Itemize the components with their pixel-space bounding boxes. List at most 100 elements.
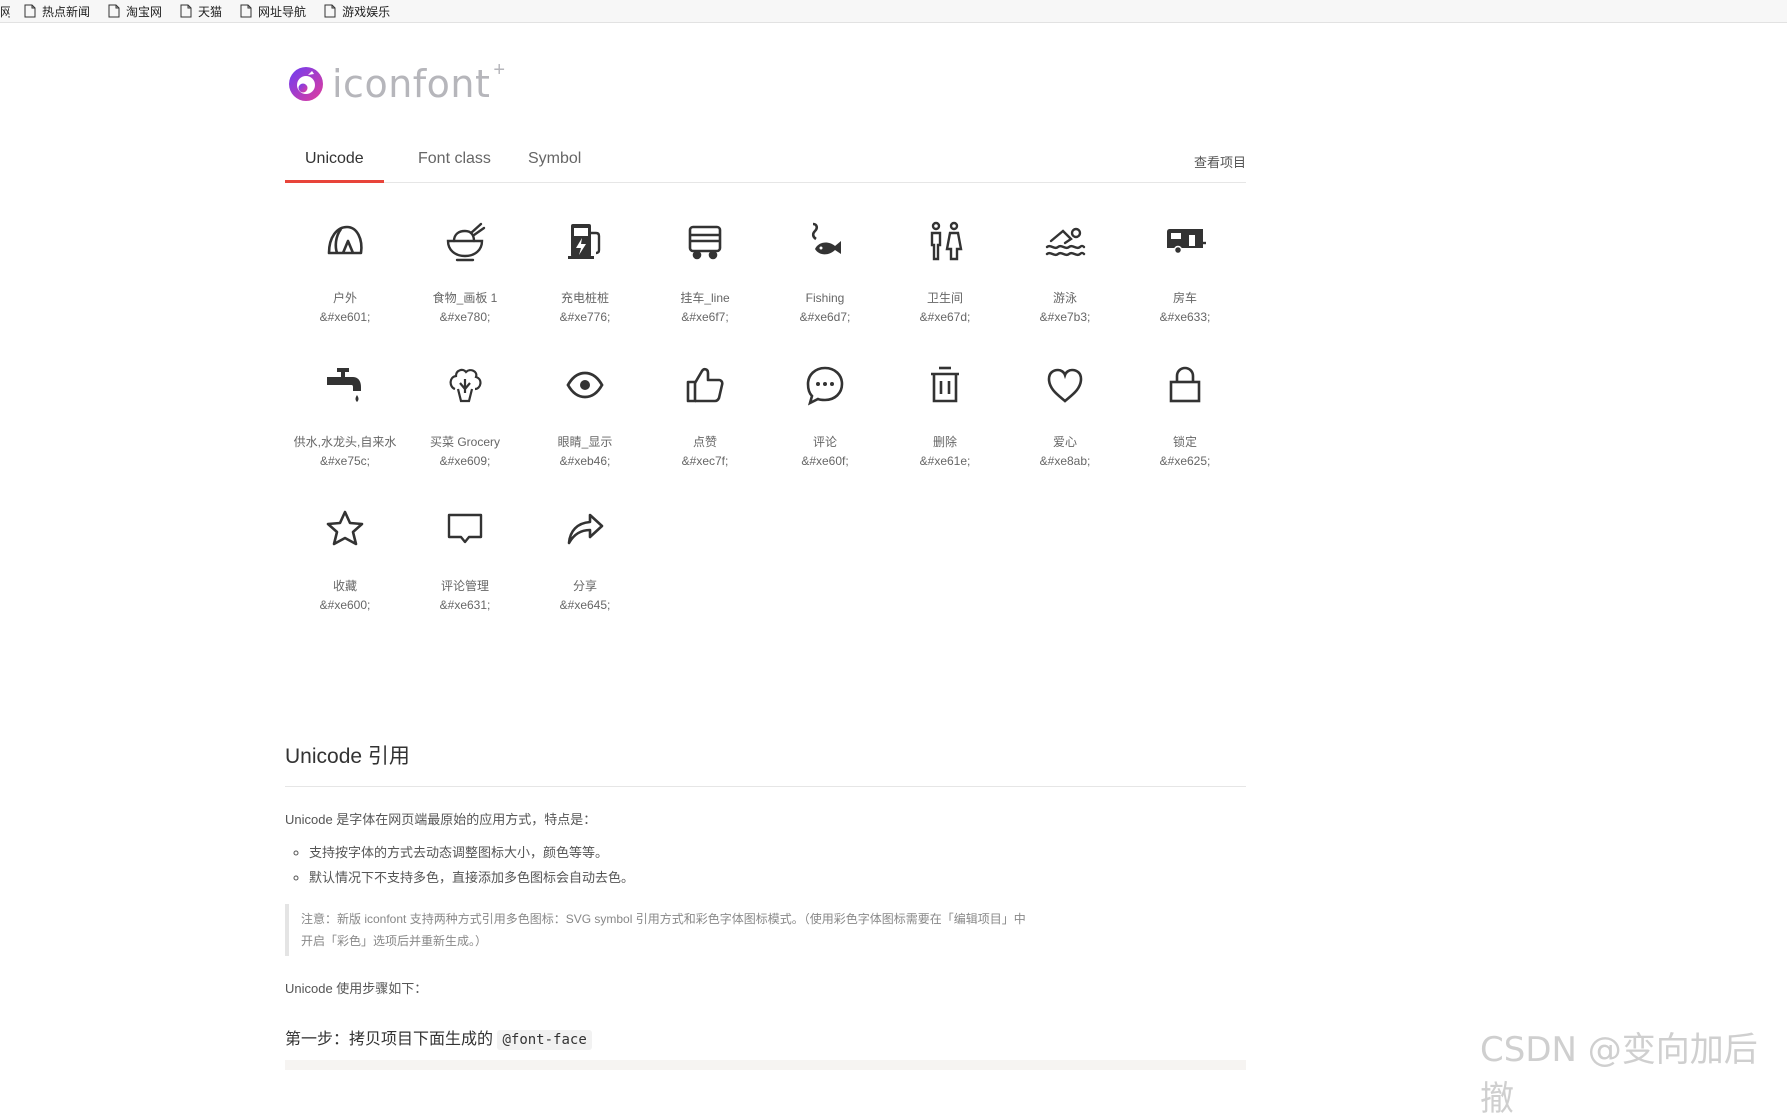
comment-icon bbox=[806, 366, 844, 406]
rv-icon bbox=[1167, 229, 1206, 255]
icon-name: 食物_画板 1 bbox=[432, 291, 498, 305]
icon-cell[interactable]: 爱心 &#xe8ab; bbox=[1005, 344, 1125, 470]
page-icon bbox=[240, 4, 252, 18]
icon-name: 收藏 bbox=[332, 579, 357, 593]
icon-name: 房车 bbox=[1172, 291, 1197, 305]
tab-unicode[interactable]: Unicode bbox=[285, 140, 384, 183]
bookmark-cut-off[interactable]: 网 bbox=[0, 3, 10, 20]
icon-cell[interactable]: 游泳 &#xe7b3; bbox=[1005, 200, 1125, 326]
charging-station-icon bbox=[568, 224, 601, 259]
icon-cell[interactable]: 食物_画板 1 &#xe780; bbox=[405, 200, 525, 326]
icon-name: 评论管理 bbox=[440, 579, 489, 593]
icon-code: &#xe75c; bbox=[319, 454, 371, 468]
page-icon bbox=[180, 4, 192, 18]
icon-code: &#xe633; bbox=[1159, 310, 1211, 324]
food-bowl-icon bbox=[446, 222, 486, 262]
iconfont-logo[interactable]: iconfont + bbox=[288, 58, 506, 106]
list-item: 支持按字体的方式去动态调整图标大小，颜色等等。 bbox=[309, 840, 1246, 865]
icon-cell[interactable]: 挂车_line &#xe6f7; bbox=[645, 200, 765, 326]
icon-cell[interactable]: 卫生间 &#xe67d; bbox=[885, 200, 1005, 326]
icon-cell[interactable]: 评论管理 &#xe631; bbox=[405, 488, 525, 614]
note-line: 开启「彩色」选项后并重新生成。） bbox=[301, 934, 488, 948]
logo-text: iconfont bbox=[332, 62, 491, 106]
icon-cell[interactable]: 评论 &#xe60f; bbox=[765, 344, 885, 470]
icon-name: 点赞 bbox=[692, 435, 717, 449]
code-block bbox=[285, 1060, 1246, 1070]
watermark: CSDN @变向加后撤 bbox=[1480, 1030, 1758, 1119]
chat-box-icon bbox=[447, 513, 483, 544]
icon-code: &#xe7b3; bbox=[1039, 310, 1091, 324]
icon-code: &#xe6d7; bbox=[799, 310, 851, 324]
icon-code: &#xeb46; bbox=[559, 454, 611, 468]
eye-icon bbox=[566, 371, 604, 399]
trash-icon bbox=[931, 366, 959, 403]
icon-cell[interactable]: 户外 &#xe601; bbox=[285, 200, 405, 326]
page-icon bbox=[24, 4, 36, 18]
icon-cell[interactable]: 眼睛_显示 &#xeb46; bbox=[525, 344, 645, 470]
icon-code: &#xe600; bbox=[319, 598, 371, 612]
trailer-icon bbox=[688, 225, 722, 260]
icon-cell[interactable]: 锁定 &#xe625; bbox=[1125, 344, 1245, 470]
icon-code: &#xe61e; bbox=[919, 454, 971, 468]
icon-name: 卫生间 bbox=[926, 291, 963, 305]
icon-cell[interactable]: 房车 &#xe633; bbox=[1125, 200, 1245, 326]
bookmark-item[interactable]: 天猫 bbox=[180, 3, 222, 20]
iconfont-logo-icon bbox=[289, 67, 323, 101]
icon-name: 挂车_line bbox=[680, 291, 730, 305]
icon-cell[interactable]: 供水,水龙头,自来水 &#xe75c; bbox=[285, 344, 405, 470]
icon-cell[interactable]: 删除 &#xe61e; bbox=[885, 344, 1005, 470]
view-project-link[interactable]: 查看项目 bbox=[1194, 152, 1246, 171]
intro-text: Unicode 是字体在网页端最原始的应用方式，特点是： bbox=[285, 812, 597, 827]
bookmark-label: 天猫 bbox=[198, 4, 223, 19]
tab-symbol[interactable]: Symbol bbox=[508, 140, 601, 180]
icon-name: 爱心 bbox=[1052, 435, 1077, 449]
heart-icon bbox=[1047, 368, 1083, 403]
icon-code: &#xe780; bbox=[439, 310, 491, 324]
icon-name: Fishing bbox=[805, 291, 845, 305]
icon-code: &#xe601; bbox=[319, 310, 371, 324]
share-icon bbox=[567, 513, 604, 545]
logo-plus: + bbox=[493, 58, 506, 81]
bookmarks-bar: 网 热点新闻 淘宝网 天猫 网址导航 游戏娱乐 bbox=[0, 0, 1787, 23]
tab-font-class[interactable]: Font class bbox=[398, 140, 511, 180]
tab-bar: Unicode Font class Symbol 查看项目 bbox=[285, 140, 1246, 183]
icon-cell[interactable]: 充电桩桩 &#xe776; bbox=[525, 200, 645, 326]
grocery-icon bbox=[449, 368, 482, 403]
bookmark-label: 热点新闻 bbox=[42, 4, 91, 19]
fishing-icon bbox=[811, 222, 841, 255]
bookmark-label: 淘宝网 bbox=[126, 4, 163, 19]
icon-grid: 户外 &#xe601; 食物_画板 1 &#xe780; 充电桩桩 &#xe77… bbox=[285, 200, 1245, 632]
star-icon bbox=[326, 510, 364, 546]
feature-list: 支持按字体的方式去动态调整图标大小，颜色等等。 默认情况下不支持多色，直接添加多… bbox=[285, 840, 1246, 890]
step-one-text: 第一步：拷贝项目下面生成的 bbox=[285, 1031, 494, 1048]
icon-cell[interactable]: Fishing &#xe6d7; bbox=[765, 200, 885, 326]
thumbs-up-icon bbox=[686, 367, 724, 403]
icon-cell[interactable]: 分享 &#xe645; bbox=[525, 488, 645, 614]
icon-cell[interactable]: 点赞 &#xec7f; bbox=[645, 344, 765, 470]
icon-name: 供水,水龙头,自来水 bbox=[293, 435, 397, 449]
icon-name: 买菜 Grocery bbox=[429, 435, 500, 449]
icon-name: 充电桩桩 bbox=[560, 291, 609, 305]
icon-name: 删除 bbox=[932, 435, 957, 449]
list-item: 默认情况下不支持多色，直接添加多色图标会自动去色。 bbox=[309, 865, 1246, 890]
faucet-icon bbox=[327, 368, 361, 402]
bookmark-item[interactable]: 游戏娱乐 bbox=[324, 3, 390, 20]
bookmark-item[interactable]: 淘宝网 bbox=[108, 3, 162, 20]
font-face-code: @font-face bbox=[497, 1030, 592, 1050]
icon-cell[interactable]: 买菜 Grocery &#xe609; bbox=[405, 344, 525, 470]
icon-code: &#xe67d; bbox=[919, 310, 971, 324]
page-icon bbox=[324, 4, 336, 18]
icon-name: 眼睛_显示 bbox=[557, 435, 613, 449]
icon-code: &#xe631; bbox=[439, 598, 491, 612]
icon-code: &#xec7f; bbox=[681, 454, 729, 468]
bookmark-item[interactable]: 热点新闻 bbox=[24, 3, 90, 20]
icon-code: &#xe60f; bbox=[801, 454, 849, 468]
icon-cell[interactable]: 收藏 &#xe600; bbox=[285, 488, 405, 614]
swimming-icon bbox=[1045, 227, 1086, 257]
unicode-article: Unicode 引用 Unicode 是字体在网页端最原始的应用方式，特点是： … bbox=[285, 740, 1246, 1050]
bookmark-item[interactable]: 网址导航 bbox=[240, 3, 306, 20]
icon-name: 分享 bbox=[572, 579, 597, 593]
page-icon bbox=[108, 4, 120, 18]
icon-code: &#xe645; bbox=[559, 598, 611, 612]
note-line: 注意：新版 iconfont 支持两种方式引用多色图标：SVG symbol 引… bbox=[301, 912, 1026, 926]
